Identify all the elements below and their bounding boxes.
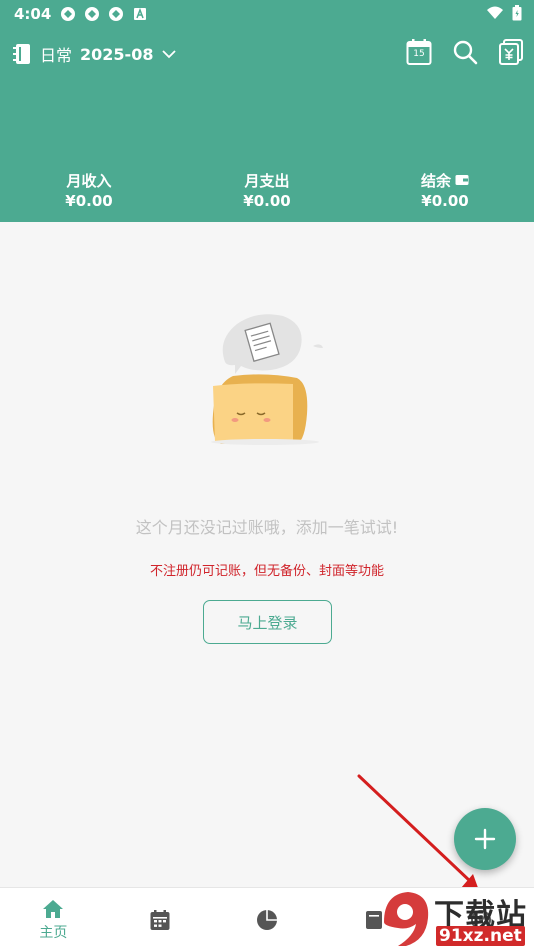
status-bar: 4:04 — [0, 0, 534, 28]
month-summary: 月收入 ¥0.00 月支出 ¥0.00 结余 ¥0.00 — [0, 168, 534, 214]
wifi-icon — [487, 6, 503, 19]
empty-message: 这个月还没记过账哦，添加一笔试试! — [135, 518, 399, 537]
income-label: 月收入 — [66, 171, 112, 190]
watermark-url: 91xz.net — [436, 926, 525, 946]
header-actions: 15 — [406, 38, 524, 66]
expense-summary: 月支出 ¥0.00 — [178, 168, 356, 214]
search-button[interactable] — [452, 38, 478, 66]
notebook-icon — [13, 44, 30, 64]
calendar-icon — [150, 909, 170, 930]
calendar-day: 15 — [413, 49, 425, 59]
book-name: 日常 — [40, 46, 73, 65]
chevron-down-icon — [162, 50, 177, 59]
site-watermark: 下载站 91xz.net — [378, 888, 534, 950]
login-button[interactable]: 马上登录 — [203, 600, 332, 644]
income-value: ¥0.00 — [65, 192, 113, 210]
month-label: 2025-08 — [80, 44, 154, 64]
system-icons — [486, 5, 522, 21]
nav-calendar[interactable] — [107, 888, 214, 950]
nav-home-label: 主页 — [39, 924, 68, 941]
sync-icon — [109, 7, 123, 21]
book-selector[interactable]: 日常 2025-08 — [12, 40, 177, 68]
expense-value: ¥0.00 — [243, 192, 291, 210]
pie-chart-icon — [256, 909, 277, 930]
balance-summary[interactable]: 结余 ¥0.00 — [356, 168, 534, 214]
register-notice: 不注册仍可记账，但无备份、封面等功能 — [149, 564, 384, 579]
home-icon — [43, 899, 64, 918]
search-icon — [453, 40, 478, 65]
plus-icon — [474, 828, 496, 850]
nav-home[interactable]: 主页 — [0, 888, 107, 950]
status-time: 4:04 — [14, 5, 52, 23]
balance-value: ¥0.00 — [421, 192, 469, 210]
battery-icon — [512, 5, 522, 21]
sync-icon — [85, 7, 99, 21]
calendar-button[interactable]: 15 — [406, 38, 432, 66]
expense-label: 月支出 — [244, 171, 290, 190]
watermark-logo — [384, 892, 429, 946]
bill-icon — [499, 39, 523, 65]
nav-statistics[interactable] — [214, 888, 321, 950]
income-summary: 月收入 ¥0.00 — [0, 168, 178, 214]
notification-icons — [60, 6, 148, 22]
empty-illustration — [211, 314, 323, 445]
wallet-icon — [455, 175, 469, 185]
sync-icon — [61, 7, 75, 21]
font-icon — [134, 7, 146, 20]
add-record-button[interactable] — [454, 808, 516, 870]
app-header: 4:04 日常 2025-08 15 月收入 ¥0.00 月支出 ¥0.00 结… — [0, 0, 534, 222]
bill-button[interactable] — [498, 38, 524, 66]
balance-label: 结余 — [420, 171, 451, 190]
